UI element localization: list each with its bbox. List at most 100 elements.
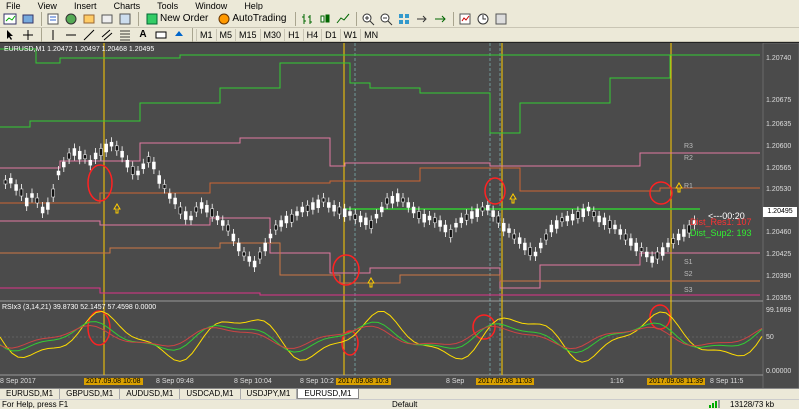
navigator-icon[interactable] bbox=[81, 11, 97, 27]
level-label-s2: S2 bbox=[684, 271, 693, 278]
timeframe-h1[interactable]: H1 bbox=[284, 28, 303, 41]
timeframe-w1[interactable]: W1 bbox=[339, 28, 361, 41]
timeframe-h4[interactable]: H4 bbox=[302, 28, 322, 41]
autotrading-button[interactable]: AutoTrading bbox=[214, 11, 290, 27]
profiles-icon[interactable] bbox=[20, 11, 36, 27]
chart-tab-active[interactable]: EURUSD,M1 bbox=[297, 389, 359, 399]
candle-body bbox=[380, 206, 384, 213]
tester-icon[interactable] bbox=[117, 11, 133, 27]
candle-body bbox=[517, 237, 522, 244]
time-tick: 8 Sep bbox=[446, 378, 465, 385]
candle-body bbox=[30, 193, 34, 198]
crosshair-icon[interactable] bbox=[20, 27, 36, 43]
highlight-circle bbox=[649, 181, 673, 205]
price-tick: 1.20460 bbox=[766, 229, 792, 236]
timeframe-m5[interactable]: M5 bbox=[215, 28, 236, 41]
menu-file[interactable]: File bbox=[0, 1, 29, 10]
menu-charts[interactable]: Charts bbox=[108, 1, 149, 10]
timeframe-m1[interactable]: M1 bbox=[196, 28, 216, 41]
candle-body bbox=[576, 211, 580, 219]
status-connection: 13128/73 kb bbox=[730, 400, 775, 409]
terminal-icon[interactable] bbox=[99, 11, 115, 27]
candle-body bbox=[178, 206, 183, 215]
support-orange-line bbox=[0, 242, 760, 284]
candle-body bbox=[3, 179, 8, 185]
menu-window[interactable]: Window bbox=[189, 1, 235, 10]
menu-insert[interactable]: Insert bbox=[68, 1, 105, 10]
candle-body bbox=[199, 202, 204, 209]
candle-body bbox=[597, 215, 601, 223]
candle-body bbox=[666, 242, 670, 248]
channel-icon[interactable] bbox=[99, 27, 115, 43]
line-chart-icon[interactable] bbox=[335, 11, 351, 27]
timeframe-m30[interactable]: M30 bbox=[259, 28, 285, 41]
candle-body bbox=[321, 197, 326, 203]
candle-body bbox=[427, 215, 432, 221]
candle-body bbox=[639, 247, 644, 252]
chart-tab[interactable]: USDJPY,M1 bbox=[241, 389, 298, 399]
trendline-icon[interactable] bbox=[81, 27, 97, 43]
menu-tools[interactable]: Tools bbox=[151, 1, 186, 10]
new-chart-icon[interactable] bbox=[2, 11, 18, 27]
candle-body bbox=[40, 206, 45, 214]
indicators-icon[interactable] bbox=[457, 11, 473, 27]
price-tick: 1.20355 bbox=[766, 295, 792, 302]
chart-tab[interactable]: AUDUSD,M1 bbox=[120, 389, 181, 399]
text-tool-icon[interactable]: A bbox=[135, 27, 151, 43]
autoscroll-icon[interactable] bbox=[432, 11, 448, 27]
cursor-icon[interactable] bbox=[2, 27, 18, 43]
fibonacci-icon[interactable] bbox=[117, 27, 133, 43]
candle-body bbox=[231, 233, 236, 242]
price-tick: 1.20635 bbox=[766, 121, 792, 128]
timeframe-d1[interactable]: D1 bbox=[321, 28, 340, 41]
candle-body bbox=[316, 199, 320, 209]
candle-body bbox=[592, 211, 596, 217]
toolbar-separator bbox=[356, 11, 358, 26]
chart-tab[interactable]: GBPUSD,M1 bbox=[60, 389, 121, 399]
menu-view[interactable]: View bbox=[32, 1, 65, 10]
candle-body bbox=[401, 197, 405, 203]
candle-body bbox=[470, 211, 474, 219]
menu-help[interactable]: Help bbox=[238, 1, 271, 10]
text-label-icon[interactable] bbox=[153, 27, 169, 43]
chart-shift-icon[interactable] bbox=[414, 11, 430, 27]
tile-windows-icon[interactable] bbox=[396, 11, 412, 27]
periods-icon[interactable] bbox=[475, 11, 491, 27]
candle-body bbox=[554, 220, 559, 229]
candle-body bbox=[660, 247, 665, 256]
horizontal-line-icon[interactable] bbox=[63, 27, 79, 43]
candlestick-icon[interactable] bbox=[317, 11, 333, 27]
timeframe-m15[interactable]: M15 bbox=[235, 28, 260, 41]
bar-chart-icon[interactable] bbox=[299, 11, 315, 27]
level-label-r1: R1 bbox=[684, 183, 693, 190]
arrows-icon[interactable] bbox=[171, 27, 187, 43]
zoom-in-icon[interactable] bbox=[360, 11, 376, 27]
templates-icon[interactable] bbox=[493, 11, 509, 27]
chart-window[interactable]: EURUSD,M1 1.20472 1.20497 1.20468 1.2049… bbox=[0, 42, 799, 389]
status-profile: Default bbox=[392, 400, 418, 409]
zoom-out-icon[interactable] bbox=[378, 11, 394, 27]
candle-body bbox=[194, 206, 199, 213]
candle-body bbox=[173, 197, 177, 205]
candle-body bbox=[342, 208, 347, 218]
highlight-circle bbox=[649, 304, 671, 330]
candle-body bbox=[300, 206, 305, 213]
new-order-button[interactable]: New Order bbox=[142, 11, 212, 27]
market-watch-icon[interactable] bbox=[45, 11, 61, 27]
candle-body bbox=[279, 220, 283, 227]
chart-tab[interactable]: USDCAD,M1 bbox=[180, 389, 241, 399]
candle-body bbox=[491, 210, 495, 217]
data-window-icon[interactable] bbox=[63, 11, 79, 27]
toolbar-separator bbox=[192, 27, 193, 42]
level-label-r3: R3 bbox=[684, 143, 693, 150]
autotrading-label: AutoTrading bbox=[232, 13, 287, 24]
candle-body bbox=[655, 251, 660, 260]
vertical-line-icon[interactable] bbox=[45, 27, 61, 43]
candle-body bbox=[46, 202, 50, 210]
candle-body bbox=[242, 251, 246, 257]
chart-canvas[interactable] bbox=[0, 43, 799, 389]
chart-tab[interactable]: EURUSD,M1 bbox=[0, 389, 61, 399]
timeframe-mn[interactable]: MN bbox=[360, 28, 381, 41]
candle-body bbox=[618, 229, 623, 235]
candle-body bbox=[480, 206, 485, 212]
